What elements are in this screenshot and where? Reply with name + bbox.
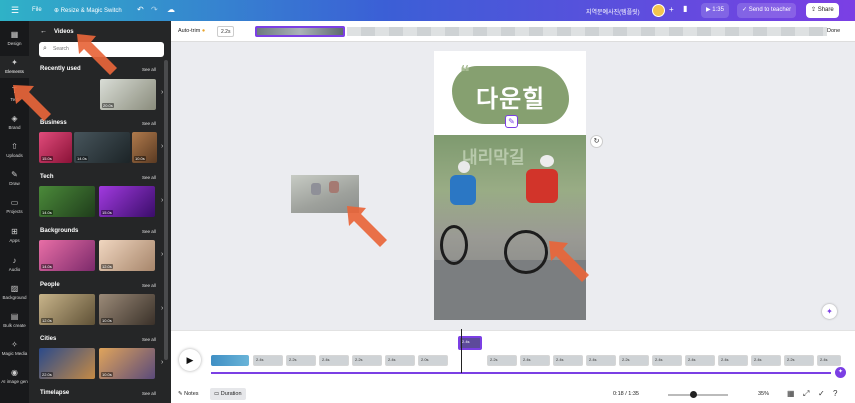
annotation-overlay [13, 34, 589, 282]
annotation-arrow-elements [13, 85, 51, 121]
annotation-arrow-clip [347, 206, 387, 247]
annotation-arrow-video [549, 241, 589, 282]
annotation-arrow-search [77, 34, 117, 75]
